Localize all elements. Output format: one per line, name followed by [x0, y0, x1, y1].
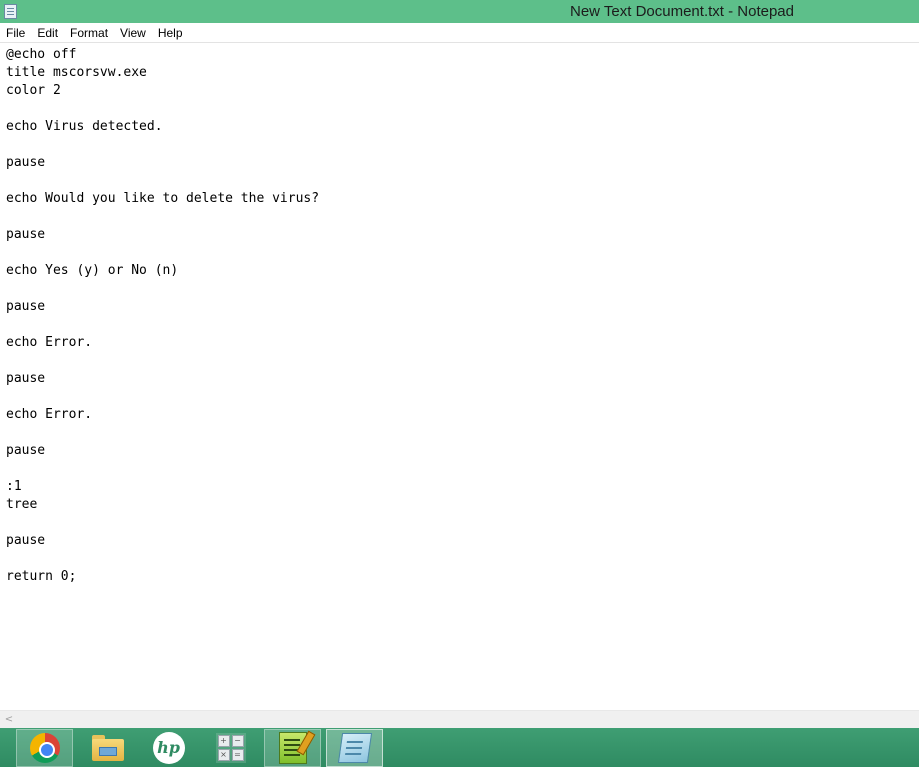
calc-key: ×	[217, 749, 230, 761]
calc-key: =	[231, 749, 244, 761]
menu-help[interactable]: Help	[152, 23, 189, 43]
menu-file[interactable]: File	[0, 23, 31, 43]
taskbar-notepad-plus-plus-button[interactable]	[264, 729, 321, 767]
menu-view[interactable]: View	[114, 23, 152, 43]
calc-key: +	[217, 735, 230, 747]
taskbar-hp-button[interactable]: hp	[140, 729, 197, 767]
folder-icon	[91, 735, 124, 761]
title-bar[interactable]: New Text Document.txt - Notepad	[0, 0, 919, 23]
chrome-icon	[29, 733, 60, 763]
text-editor[interactable]: @echo off title mscorsvw.exe color 2 ech…	[0, 44, 919, 710]
menu-bar: File Edit Format View Help	[0, 23, 919, 43]
taskbar: hp + − × =	[0, 728, 919, 767]
window-title: New Text Document.txt - Notepad	[570, 3, 794, 20]
hp-icon: hp	[152, 732, 185, 764]
calculator-icon: + − × =	[215, 733, 246, 763]
horizontal-scrollbar[interactable]: <	[0, 710, 919, 728]
menu-edit[interactable]: Edit	[31, 23, 64, 43]
scroll-left-arrow-icon[interactable]: <	[0, 711, 18, 728]
taskbar-explorer-button[interactable]	[79, 729, 136, 767]
taskbar-calculator-button[interactable]: + − × =	[202, 729, 259, 767]
notepad-plus-plus-icon	[278, 732, 307, 764]
taskbar-chrome-button[interactable]	[16, 729, 73, 767]
calc-key: −	[231, 735, 244, 747]
editor-content[interactable]: @echo off title mscorsvw.exe color 2 ech…	[6, 46, 319, 586]
menu-format[interactable]: Format	[64, 23, 114, 43]
notepad-icon	[337, 733, 372, 763]
taskbar-notepad-button[interactable]	[326, 729, 383, 767]
